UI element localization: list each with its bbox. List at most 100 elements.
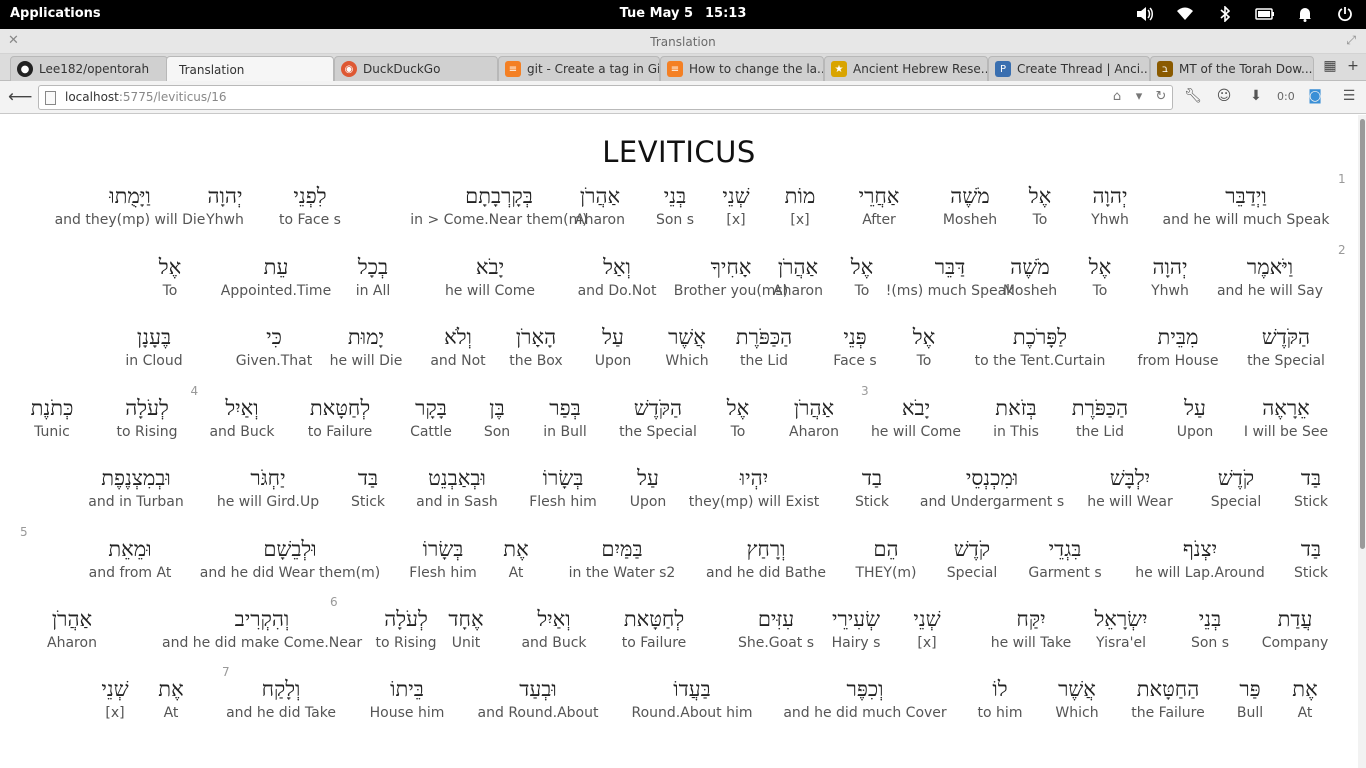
- power-icon[interactable]: [1332, 4, 1358, 24]
- english-gloss: and in Turban: [88, 494, 184, 510]
- url-path: :5775/leviticus/16: [118, 90, 227, 104]
- english-gloss: and he did make Come.Near: [162, 635, 363, 651]
- verse-row: וַיְדַבֵּר and he will much Speak יְהוָה Yh…: [0, 172, 1358, 250]
- url-text[interactable]: localhost:5775/leviticus/16: [65, 90, 226, 104]
- maximize-icon[interactable]: ⤢: [1346, 33, 1356, 48]
- new-tab-icon[interactable]: +: [1343, 58, 1363, 78]
- english-gloss: and from At: [88, 565, 172, 581]
- battery-icon[interactable]: [1252, 4, 1278, 24]
- interlinear-word[interactable]: בְּקָרְבָתָם in > Come.Near them(m): [399, 180, 599, 228]
- interlinear-word[interactable]: וּבְמִצְנֶפֶת and in Turban: [36, 462, 236, 510]
- interlinear-word[interactable]: שְׁנֵי [x]: [15, 673, 215, 721]
- verse-row: הַקֹּדֶשׁ the Special מִבֵּית from House לַפ…: [0, 321, 1358, 391]
- tab-label: Lee182/opentorah: [39, 62, 150, 76]
- english-gloss: Tunic: [34, 424, 70, 440]
- tab-translation[interactable]: Translation: [166, 56, 334, 82]
- window-title: Translation: [650, 35, 716, 49]
- tab-label: Create Thread | Anci...: [1017, 62, 1150, 76]
- menu-icon[interactable]: ☰: [1339, 88, 1359, 108]
- hebrew-word: בְּקָרְבָתָם: [465, 184, 533, 208]
- time-text: 15:13: [705, 6, 747, 21]
- github-icon: ●: [17, 61, 33, 77]
- english-gloss: and they(mp) will Die: [54, 212, 206, 228]
- forum-icon: P: [995, 61, 1011, 77]
- hebrew-word: אַהֲרֹן: [51, 607, 93, 631]
- tab-opentorah[interactable]: ● Lee182/opentorah: [10, 56, 168, 81]
- navigation-bar: ⟵ localhost:5775/leviticus/16 ⌂ ▾ ↻ 🔧︎ ☺…: [0, 81, 1366, 114]
- stackoverflow-icon: ≡: [667, 61, 683, 77]
- interlinear-word[interactable]: וְכִפֶּר and he did much Cover: [765, 673, 965, 721]
- book-icon: ב: [1157, 61, 1173, 77]
- duckduckgo-icon: ◉: [341, 61, 357, 77]
- english-gloss: [x]: [105, 705, 125, 721]
- hebrew-word: וַיָּמֻתוּ: [109, 184, 151, 208]
- verse-number: 7: [222, 665, 230, 679]
- verse-row: אֶת At פַּר Bull הַחַטָּאת the Failure אֲשֶׁר W…: [0, 665, 1358, 743]
- download-icon[interactable]: ⬇: [1246, 88, 1266, 108]
- tab-mt-torah[interactable]: ב MT of the Torah Dow...: [1150, 56, 1314, 81]
- back-arrow-icon[interactable]: ⟵: [8, 87, 32, 107]
- interlinear-word[interactable]: וַיָּמֻתוּ and they(mp) will Die: [30, 180, 230, 228]
- tab-label: MT of the Torah Dow...: [1179, 62, 1313, 76]
- tab-strip: ● Lee182/opentorah Translation ◉ DuckDuc…: [0, 54, 1366, 82]
- hebrew-word: אֶל: [158, 255, 182, 279]
- wrench-icon[interactable]: 🔧︎: [1183, 88, 1203, 108]
- hebrew-word: שְׁנֵי: [101, 677, 129, 701]
- date-text: Tue May 5: [619, 6, 693, 21]
- verse-row: עֲדַת Company בְּנֵי Son s יִשְׂרָאֵל Yisra'e…: [0, 595, 1358, 673]
- system-tray: [1132, 4, 1358, 24]
- verse-number: 4: [190, 384, 199, 398]
- verse-row: בַּד Stick קֹדֶשׁ Special יִלְבָּשׁ he will W…: [0, 462, 1358, 532]
- verse-number: 1: [1338, 172, 1346, 186]
- bookmark-icon[interactable]: ▾: [1130, 89, 1148, 107]
- book-title: LEVITICUS: [602, 135, 756, 169]
- bluetooth-icon[interactable]: [1212, 4, 1238, 24]
- tab-label: How to change the la...: [689, 62, 824, 76]
- wifi-icon[interactable]: [1172, 4, 1198, 24]
- verse-number: 6: [330, 595, 338, 609]
- tab-label: git - Create a tag in Gi...: [527, 62, 660, 76]
- home-icon[interactable]: ⌂: [1108, 89, 1126, 107]
- tab-label: Ancient Hebrew Rese...: [853, 62, 988, 76]
- interlinear-word[interactable]: כְּתֹנֶת Tunic: [0, 392, 152, 440]
- reload-icon[interactable]: ↻: [1152, 89, 1170, 107]
- hebrew-word: וּבְמִצְנֶפֶת: [101, 466, 171, 490]
- verse-row: בַּד Stick יִצְנֹף he will Lap.Around בִּגְד…: [0, 525, 1358, 603]
- stackoverflow-icon: ≡: [505, 61, 521, 77]
- tab-change-language[interactable]: ≡ How to change the la...: [660, 56, 824, 81]
- url-bar[interactable]: localhost:5775/leviticus/16 ⌂ ▾ ↻: [38, 85, 1173, 110]
- interlinear-word[interactable]: אַהֲרֹן Aharon: [0, 603, 172, 651]
- verse-row: אֵרָאֶה I will be See עַל Upon הַכַּפֹּרֶת th…: [0, 384, 1358, 462]
- extension-icon[interactable]: ◙: [1305, 88, 1325, 108]
- english-gloss: To: [162, 283, 178, 299]
- interlinear-word[interactable]: בֶּעָנָן in Cloud: [54, 321, 254, 369]
- tab-git-tag[interactable]: ≡ git - Create a tag in Gi...: [498, 56, 660, 81]
- scrollbar-thumb[interactable]: [1360, 119, 1365, 549]
- url-host: localhost: [65, 90, 119, 104]
- tab-ancient-hebrew[interactable]: ★ Ancient Hebrew Rese...: [824, 56, 988, 81]
- interlinear-word[interactable]: וּמֵאֵת and from At: [30, 533, 230, 581]
- volume-icon[interactable]: [1132, 4, 1158, 24]
- english-gloss: in Cloud: [125, 353, 183, 369]
- scrollbar[interactable]: [1358, 115, 1366, 768]
- tab-overview-icon[interactable]: ▦: [1320, 58, 1340, 78]
- hebrew-word: כְּתֹנֶת: [30, 396, 74, 420]
- notifications-icon[interactable]: [1292, 4, 1318, 24]
- star-icon: ★: [831, 61, 847, 77]
- page-icon: [45, 91, 56, 105]
- interlinear-word[interactable]: וְהִקְרִיב and he did make Come.Near: [162, 603, 362, 651]
- english-gloss: in > Come.Near them(m): [410, 212, 588, 228]
- tab-create-thread[interactable]: P Create Thread | Anci...: [988, 56, 1150, 81]
- verse-number: 2: [1338, 243, 1346, 257]
- english-gloss: Aharon: [47, 635, 97, 651]
- top-panel: Applications Tue May 5 15:13: [0, 0, 1366, 29]
- interlinear-word[interactable]: אֶל To: [70, 251, 270, 299]
- page-content: LEVITICUS וַיְדַבֵּר and he will much Spe…: [0, 115, 1366, 768]
- hebrew-word: וְכִפֶּר: [846, 677, 884, 701]
- tab-duckduckgo[interactable]: ◉ DuckDuckGo: [334, 56, 498, 81]
- window-titlebar[interactable]: ✕ Translation ⤢: [0, 29, 1366, 54]
- verse-number: 3: [861, 384, 869, 398]
- english-gloss: and he did much Cover: [783, 705, 947, 721]
- chat-icon[interactable]: ☺: [1214, 88, 1234, 108]
- hebrew-word: בֶּעָנָן: [136, 325, 172, 349]
